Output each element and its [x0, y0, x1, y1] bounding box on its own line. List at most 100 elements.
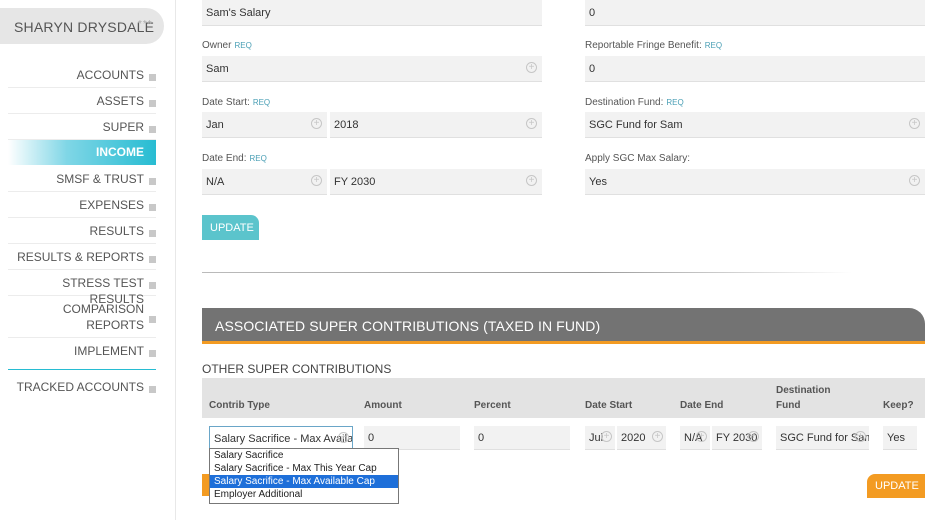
date-end-label-text: Date End:: [202, 153, 247, 164]
select-plus-icon: +: [601, 431, 612, 442]
apply-sgc-select[interactable]: Yes +: [585, 169, 925, 195]
start-month-select[interactable]: Jul +: [585, 426, 615, 450]
required-tag: REQ: [666, 98, 684, 107]
sidebar-item-implement[interactable]: IMPLEMENT: [8, 342, 156, 364]
keep-value: Yes: [887, 432, 905, 444]
date-end-year-value: FY 2030: [334, 176, 376, 188]
square-bullet-icon: [149, 125, 156, 133]
sidebar-divider: [8, 369, 156, 370]
sidebar-item-label: COMPARISON REPORTS: [62, 302, 144, 332]
owner-label-text: Owner: [202, 40, 232, 51]
start-year-value: 2020: [621, 432, 646, 444]
top-right-value: 0: [589, 7, 596, 19]
fringe-benefit-field[interactable]: 0: [585, 56, 925, 82]
date-end-year-select[interactable]: FY 2030 +: [330, 169, 542, 195]
date-start-year-select[interactable]: 2018 +: [330, 112, 542, 138]
user-menu-stars-icon: ***: [138, 19, 153, 30]
sidebar-item-comparison-reports[interactable]: COMPARISON REPORTS: [8, 300, 156, 338]
col-amount: Amount: [364, 400, 402, 411]
dropdown-option-max-available[interactable]: Salary Sacrifice - Max Available Cap: [210, 475, 398, 488]
dest-fund-select[interactable]: SGC Fund for Sam +: [776, 426, 869, 450]
col-destination-fund: Destination Fund: [776, 384, 830, 413]
sidebar-item-smsf-trust[interactable]: SMSF & TRUST: [8, 170, 156, 192]
col-percent: Percent: [474, 400, 511, 411]
square-bullet-icon: [149, 73, 156, 81]
date-start-year-value: 2018: [334, 119, 359, 131]
sidebar-item-label: SMSF & TRUST: [56, 172, 144, 186]
contrib-type-dropdown: Salary Sacrifice Salary Sacrifice - Max …: [209, 448, 399, 504]
update-contributions-button[interactable]: UPDATE: [867, 474, 925, 498]
sidebar-item-label: IMPLEMENT: [73, 344, 144, 358]
square-bullet-icon: [149, 203, 156, 211]
owner-select[interactable]: Sam +: [202, 56, 542, 82]
select-plus-icon: +: [526, 62, 537, 73]
date-end-month-select[interactable]: N/A +: [202, 169, 327, 195]
sidebar-item-accounts[interactable]: ACCOUNTS: [8, 66, 156, 88]
sidebar-item-assets[interactable]: ASSETS: [8, 92, 156, 114]
square-bullet-icon: [149, 177, 156, 185]
required-tag: REQ: [249, 154, 267, 163]
income-name-value: Sam's Salary: [206, 7, 271, 19]
sidebar-item-results-reports[interactable]: RESULTS & REPORTS: [8, 248, 156, 270]
income-name-field[interactable]: Sam's Salary: [202, 0, 542, 26]
sidebar-item-label: INCOME: [96, 145, 144, 159]
col-destination-line2: Fund: [776, 399, 801, 411]
sidebar: SHARYN DRYSDALE *** ACCOUNTS ASSETS SUPE…: [0, 0, 176, 520]
sidebar-item-label: ASSETS: [96, 94, 144, 108]
sidebar-item-label: SUPER: [102, 120, 144, 134]
fringe-benefit-label-text: Reportable Fringe Benefit:: [585, 40, 702, 51]
select-plus-icon: +: [909, 175, 920, 186]
sidebar-item-label: RESULTS & REPORTS: [17, 250, 144, 264]
sidebar-item-results[interactable]: RESULTS: [8, 222, 156, 244]
percent-field[interactable]: 0: [474, 426, 570, 450]
date-end-label: Date End: REQ: [202, 153, 267, 164]
other-contributions-title: OTHER SUPER CONTRIBUTIONS: [202, 362, 392, 376]
required-tag: REQ: [252, 98, 271, 107]
sidebar-item-tracked-accounts[interactable]: TRACKED ACCOUNTS: [8, 378, 156, 400]
sidebar-item-income[interactable]: INCOME: [8, 140, 156, 165]
date-end-month-value: N/A: [206, 176, 225, 188]
section-title: ASSOCIATED SUPER CONTRIBUTIONS (TAXED IN…: [215, 318, 601, 334]
date-start-month-select[interactable]: Jan +: [202, 112, 327, 138]
col-destination-line1: Destination: [776, 385, 831, 396]
square-bullet-icon: [149, 229, 156, 237]
app-page: SHARYN DRYSDALE *** ACCOUNTS ASSETS SUPE…: [0, 0, 930, 520]
date-start-label: Date Start: REQ: [202, 97, 270, 108]
dropdown-option-employer-additional[interactable]: Employer Additional: [210, 488, 398, 501]
super-contributions-header: ASSOCIATED SUPER CONTRIBUTIONS (TAXED IN…: [202, 308, 925, 344]
col-contrib-type: Contrib Type: [209, 400, 270, 411]
apply-sgc-label: Apply SGC Max Salary:: [585, 153, 690, 164]
add-contribution-button[interactable]: [202, 474, 209, 496]
col-keep: Keep?: [883, 400, 914, 411]
sidebar-item-label: TRACKED ACCOUNTS: [16, 380, 144, 394]
date-start-label-text: Date Start:: [202, 97, 250, 108]
contrib-type-select[interactable]: Salary Sacrifice - Max Available Cap +: [209, 426, 353, 450]
amount-value: 0: [368, 432, 375, 444]
apply-sgc-value: Yes: [589, 176, 607, 188]
amount-field[interactable]: 0: [364, 426, 460, 450]
end-year-select[interactable]: FY 2030 +: [712, 426, 762, 450]
destination-fund-select[interactable]: SGC Fund for Sam +: [585, 112, 925, 138]
select-plus-icon: +: [696, 431, 707, 442]
start-year-select[interactable]: 2020 +: [617, 426, 666, 450]
dropdown-option-salary-sacrifice[interactable]: Salary Sacrifice: [210, 449, 398, 462]
destination-fund-value: SGC Fund for Sam: [589, 119, 683, 131]
square-bullet-icon: [149, 99, 156, 107]
col-date-start: Date Start: [585, 400, 633, 411]
dropdown-option-max-this-year[interactable]: Salary Sacrifice - Max This Year Cap: [210, 462, 398, 475]
top-right-field[interactable]: 0: [585, 0, 925, 26]
fringe-benefit-label: Reportable Fringe Benefit: REQ: [585, 40, 722, 51]
sidebar-item-super[interactable]: SUPER: [8, 118, 156, 140]
update-button[interactable]: UPDATE: [202, 215, 259, 240]
required-tag: REQ: [704, 41, 723, 50]
user-menu[interactable]: SHARYN DRYSDALE ***: [0, 8, 164, 44]
sidebar-item-stress-test-results[interactable]: STRESS TEST RESULTS: [8, 274, 156, 306]
fringe-benefit-value: 0: [589, 63, 596, 75]
sidebar-item-expenses[interactable]: EXPENSES: [8, 196, 156, 218]
contrib-type-value: Salary Sacrifice - Max Available Cap: [214, 433, 353, 445]
end-month-select[interactable]: N/A +: [680, 426, 710, 450]
keep-select[interactable]: Yes: [883, 426, 917, 450]
select-plus-icon: +: [652, 431, 663, 442]
select-plus-icon: +: [311, 175, 322, 186]
destination-fund-label: Destination Fund: REQ: [585, 97, 684, 108]
